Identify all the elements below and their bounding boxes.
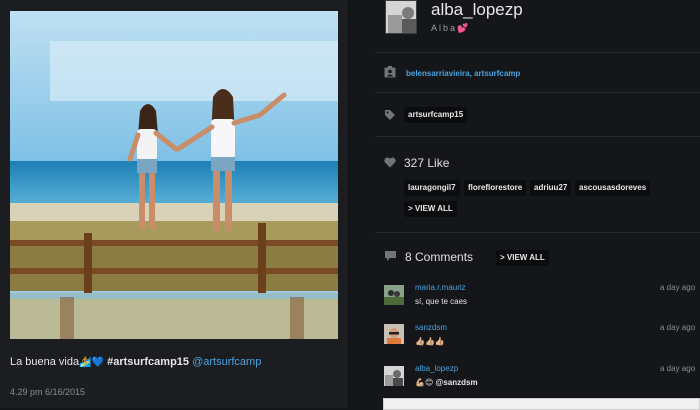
section-divider bbox=[375, 232, 700, 233]
like-user-chip[interactable]: adriuu27 bbox=[530, 180, 572, 196]
details-panel bbox=[349, 0, 700, 408]
comment-avatar[interactable] bbox=[384, 324, 404, 344]
like-user-chip[interactable]: lauragongil7 bbox=[404, 180, 460, 196]
comment-avatar[interactable] bbox=[384, 285, 404, 305]
comment-time: a day ago bbox=[660, 364, 696, 373]
fullname-emoji: 💕 bbox=[457, 23, 469, 33]
likes-count: 327 Like bbox=[404, 156, 450, 170]
heart-icon bbox=[384, 157, 396, 168]
comment-time: a day ago bbox=[660, 283, 696, 292]
post-timestamp: 4.29 pm 6/16/2015 bbox=[10, 387, 86, 397]
post-panel: La buena vida🏄💙 #artsurfcamp15 @artsurfc… bbox=[0, 0, 348, 408]
comment-text: sí, que te caes bbox=[415, 297, 468, 306]
comment-mention[interactable]: @sanzdsm bbox=[436, 378, 478, 387]
fullname-text: Alba bbox=[431, 23, 458, 33]
speech-bubble-icon bbox=[385, 251, 396, 261]
like-user-chip[interactable]: ascousasdoreves bbox=[575, 180, 651, 196]
comment-avatar[interactable] bbox=[384, 366, 404, 386]
avatar-image bbox=[384, 285, 404, 305]
comment-username[interactable]: sanzdsm bbox=[415, 323, 447, 332]
person-badge-icon bbox=[384, 66, 396, 78]
profile-avatar[interactable] bbox=[385, 0, 417, 34]
caption-emoji: 🏄💙 bbox=[79, 357, 105, 368]
comment-emoji: 💪🏼😊 bbox=[415, 378, 434, 387]
like-user-chip[interactable]: floreflorestore bbox=[464, 180, 527, 196]
caption-text: La buena vida bbox=[10, 356, 80, 368]
comment-text: 💪🏼😊 @sanzdsm bbox=[415, 378, 478, 387]
section-divider bbox=[375, 52, 700, 53]
caption-hashtag[interactable]: #artsurfcamp15 bbox=[107, 356, 189, 368]
photo-illustration bbox=[10, 11, 338, 339]
avatar-image bbox=[386, 1, 416, 33]
tag-icon bbox=[385, 110, 395, 120]
hashtag-chip[interactable]: artsurfcamp15 bbox=[404, 107, 468, 123]
comment-username[interactable]: maria.r.mauriz bbox=[415, 283, 466, 292]
tagged-users[interactable]: belensarriavieira, artsurfcamp bbox=[406, 69, 520, 78]
profile-fullname: Alba💕 bbox=[431, 23, 468, 34]
likes-view-all-button[interactable]: > VIEW ALL bbox=[404, 201, 457, 217]
post-caption: La buena vida🏄💙 #artsurfcamp15 @artsurfc… bbox=[10, 356, 340, 368]
caption-mention[interactable]: @artsurfcamp bbox=[192, 356, 261, 368]
profile-username[interactable]: alba_lopezp bbox=[431, 0, 523, 20]
comments-count: 8 Comments bbox=[405, 250, 474, 264]
comment-time: a day ago bbox=[660, 323, 696, 332]
section-divider bbox=[375, 136, 700, 137]
avatar-image bbox=[384, 366, 404, 386]
comment-username[interactable]: alba_lopezp bbox=[415, 364, 458, 373]
post-photo[interactable] bbox=[10, 11, 338, 339]
section-divider bbox=[375, 92, 700, 93]
comments-view-all-button[interactable]: > VIEW ALL bbox=[496, 250, 549, 266]
comment-input[interactable] bbox=[383, 398, 700, 410]
avatar-image bbox=[384, 324, 404, 344]
comment-text: 👍🏼👍🏼👍🏼 bbox=[415, 337, 445, 346]
